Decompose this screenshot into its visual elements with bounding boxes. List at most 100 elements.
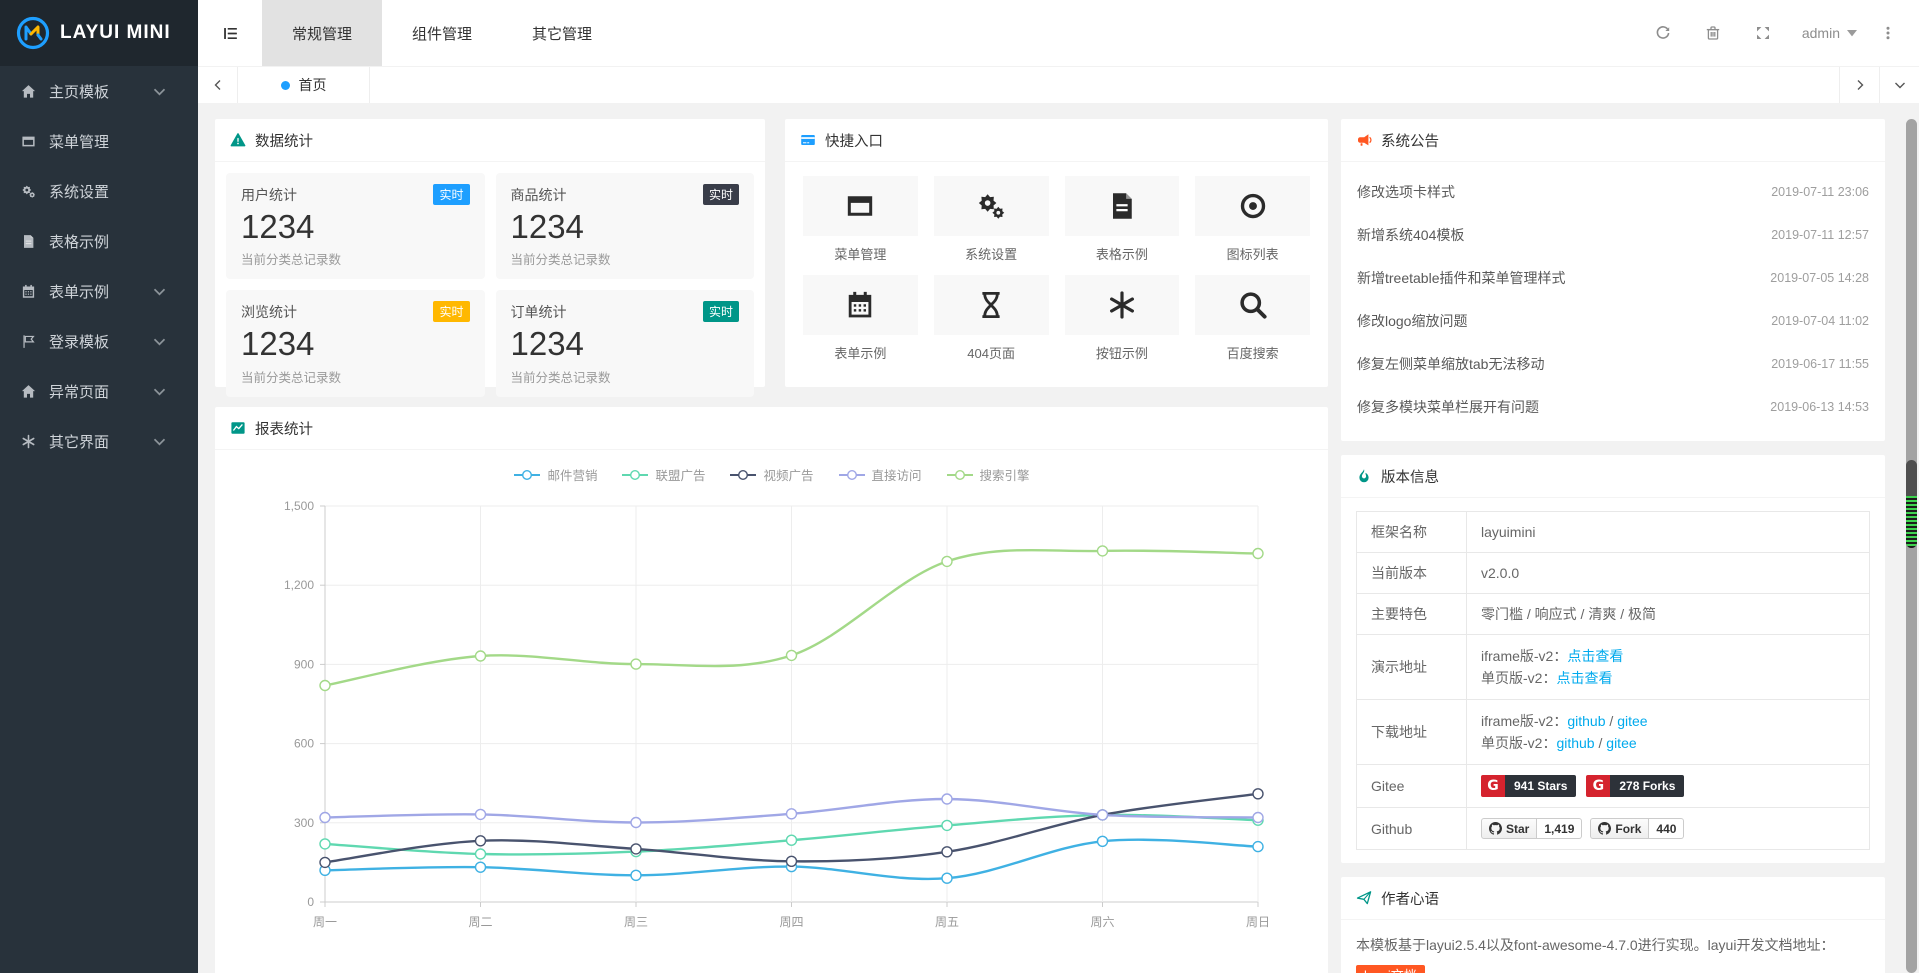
chevron-left-icon	[212, 79, 224, 91]
menu-collapse-button[interactable]	[198, 0, 262, 66]
link-点击查看[interactable]: 点击查看	[1567, 648, 1623, 664]
chart-legend: 邮件营销 联盟广告 视频广告 直接访问 搜索引擎	[215, 465, 1328, 484]
calendar-icon	[845, 290, 875, 320]
refresh-button[interactable]	[1638, 0, 1688, 66]
quick-entry-表格示例[interactable]: 表格示例	[1065, 176, 1180, 263]
warning-triangle-icon	[230, 132, 246, 148]
legend-item-邮件营销[interactable]: 邮件营销	[513, 465, 597, 484]
notice-date: 2019-07-04 11:02	[1771, 314, 1869, 328]
card-title: 数据统计	[255, 130, 313, 151]
quick-grid: 菜单管理 系统设置 表格示例 图标列表 表单示例 404页面 按钮示例 百度搜索	[785, 162, 1328, 376]
quick-entry-菜单管理[interactable]: 菜单管理	[803, 176, 918, 263]
trash-icon	[1705, 25, 1721, 41]
notice-text: 新增系统404模板	[1357, 225, 1464, 245]
legend-label: 搜索引擎	[980, 465, 1030, 484]
notice-text: 修复左侧菜单缩放tab无法移动	[1357, 354, 1544, 374]
github-fork-badge[interactable]: Fork440	[1590, 818, 1684, 839]
quick-tile	[1065, 275, 1180, 335]
link-点击查看[interactable]: 点击查看	[1556, 670, 1612, 686]
version-row-label: 演示地址	[1357, 635, 1467, 700]
version-row-label: Gitee	[1357, 765, 1467, 808]
notice-item[interactable]: 新增系统404模板 2019-07-11 12:57	[1357, 213, 1869, 256]
sidebar-item-系统设置[interactable]: 系统设置	[0, 166, 198, 216]
link-gitee[interactable]: gitee	[1606, 735, 1636, 751]
sidebar-item-label: 菜单管理	[49, 131, 180, 152]
github-badge-label: Fork	[1615, 822, 1641, 836]
outdent-icon	[222, 25, 239, 42]
sidebar-item-登录模板[interactable]: 登录模板	[0, 316, 198, 366]
nav-tab-常规管理[interactable]: 常规管理	[262, 0, 382, 66]
legend-item-直接访问[interactable]: 直接访问	[838, 465, 922, 484]
svg-text:0: 0	[307, 895, 314, 909]
gitee-badge[interactable]: G278 Forks	[1586, 775, 1684, 797]
link-prefix: iframe版-v2：	[1481, 648, 1567, 664]
quick-entry-按钮示例[interactable]: 按钮示例	[1065, 275, 1180, 362]
active-tab-dot-icon	[281, 81, 290, 90]
tab-home-label: 首页	[299, 75, 327, 95]
realtime-badge: 实时	[433, 184, 469, 205]
legend-marker-icon	[513, 469, 541, 481]
sidebar-item-表格示例[interactable]: 表格示例	[0, 216, 198, 266]
app-root: LAYUI MINI 主页模板菜单管理系统设置表格示例表单示例登录模板异常页面其…	[0, 0, 1919, 973]
fullscreen-icon	[1755, 25, 1771, 41]
sidebar-item-异常页面[interactable]: 异常页面	[0, 366, 198, 416]
legend-item-联盟广告[interactable]: 联盟广告	[621, 465, 705, 484]
sidebar-item-主页模板[interactable]: 主页模板	[0, 66, 198, 116]
fullscreen-button[interactable]	[1738, 0, 1788, 66]
page-scrollbar-thumb[interactable]	[1906, 460, 1917, 548]
user-dropdown[interactable]: admin	[1788, 25, 1871, 41]
tab-scroll-left-button[interactable]	[198, 67, 238, 103]
quick-tile	[1195, 275, 1310, 335]
quick-entry-系统设置[interactable]: 系统设置	[934, 176, 1049, 263]
link-gitee[interactable]: gitee	[1617, 713, 1647, 729]
tab-operations-button[interactable]	[1879, 67, 1919, 103]
quick-entry-404页面[interactable]: 404页面	[934, 275, 1049, 362]
notice-item[interactable]: 修复左侧菜单缩放tab无法移动 2019-06-17 11:55	[1357, 342, 1869, 385]
legend-item-搜索引擎[interactable]: 搜索引擎	[946, 465, 1030, 484]
link-github[interactable]: github	[1556, 735, 1594, 751]
quick-entry-card: 快捷入口 菜单管理 系统设置 表格示例 图标列表 表单示例 404页面 按钮示例…	[785, 119, 1328, 387]
version-info-header: 版本信息	[1341, 455, 1885, 498]
gitee-badge[interactable]: G941 Stars	[1481, 775, 1576, 797]
logo-title: LAYUI MINI	[60, 22, 171, 44]
notice-text: 修改选项卡样式	[1357, 182, 1455, 202]
quick-entry-图标列表[interactable]: 图标列表	[1195, 176, 1310, 263]
nav-tab-组件管理[interactable]: 组件管理	[382, 0, 502, 66]
quick-entry-表单示例[interactable]: 表单示例	[803, 275, 918, 362]
link-github[interactable]: github	[1567, 713, 1605, 729]
card-title: 报表统计	[255, 418, 313, 439]
stat-box-订单统计: 订单统计 实时 1234 当前分类总记录数	[496, 290, 755, 396]
page-content: 数据统计 用户统计 实时 1234 当前分类总记录数 商品统计 实时 1234 …	[198, 103, 1919, 973]
quick-tile	[934, 176, 1049, 236]
nav-tab-其它管理[interactable]: 其它管理	[502, 0, 622, 66]
sidebar-item-label: 登录模板	[49, 331, 152, 352]
nav-tab-group: 常规管理组件管理其它管理	[262, 0, 622, 66]
asterisk-icon	[1107, 290, 1137, 320]
tab-home[interactable]: 首页	[238, 67, 370, 103]
sidebar-item-其它界面[interactable]: 其它界面	[0, 416, 198, 466]
link-prefix: 单页版-v2：	[1481, 670, 1556, 686]
sidebar-item-菜单管理[interactable]: 菜单管理	[0, 116, 198, 166]
notice-item[interactable]: 修改logo缩放问题 2019-07-04 11:02	[1357, 299, 1869, 342]
notice-item[interactable]: 新增treetable插件和菜单管理样式 2019-07-05 14:28	[1357, 256, 1869, 299]
notice-item[interactable]: 修改选项卡样式 2019-07-11 23:06	[1357, 170, 1869, 213]
logo[interactable]: LAYUI MINI	[0, 0, 198, 66]
quick-entry-百度搜索[interactable]: 百度搜索	[1195, 275, 1310, 362]
home-icon	[21, 384, 39, 399]
sidebar-item-表单示例[interactable]: 表单示例	[0, 266, 198, 316]
notice-item[interactable]: 修复多模块菜单栏展开有问题 2019-06-13 14:53	[1357, 385, 1869, 428]
author-words-header: 作者心语	[1341, 877, 1885, 920]
more-actions-button[interactable]	[1871, 0, 1905, 66]
legend-item-视频广告[interactable]: 视频广告	[729, 465, 813, 484]
line-chart[interactable]: 03006009001,2001,500周一周二周三周四周五周六周日	[230, 488, 1313, 958]
github-star-badge[interactable]: Star1,419	[1481, 818, 1582, 839]
tab-scroll-right-button[interactable]	[1839, 67, 1879, 103]
page-scrollbar-track[interactable]	[1906, 119, 1917, 973]
clear-cache-button[interactable]	[1688, 0, 1738, 66]
svg-text:周三: 周三	[624, 915, 648, 929]
home-icon	[21, 84, 39, 99]
quick-entry-label: 表单示例	[803, 343, 918, 362]
layui-doc-badge[interactable]: layui文档	[1356, 965, 1425, 973]
version-value: layuimini	[1481, 524, 1535, 540]
sidebar-item-label: 主页模板	[49, 81, 152, 102]
